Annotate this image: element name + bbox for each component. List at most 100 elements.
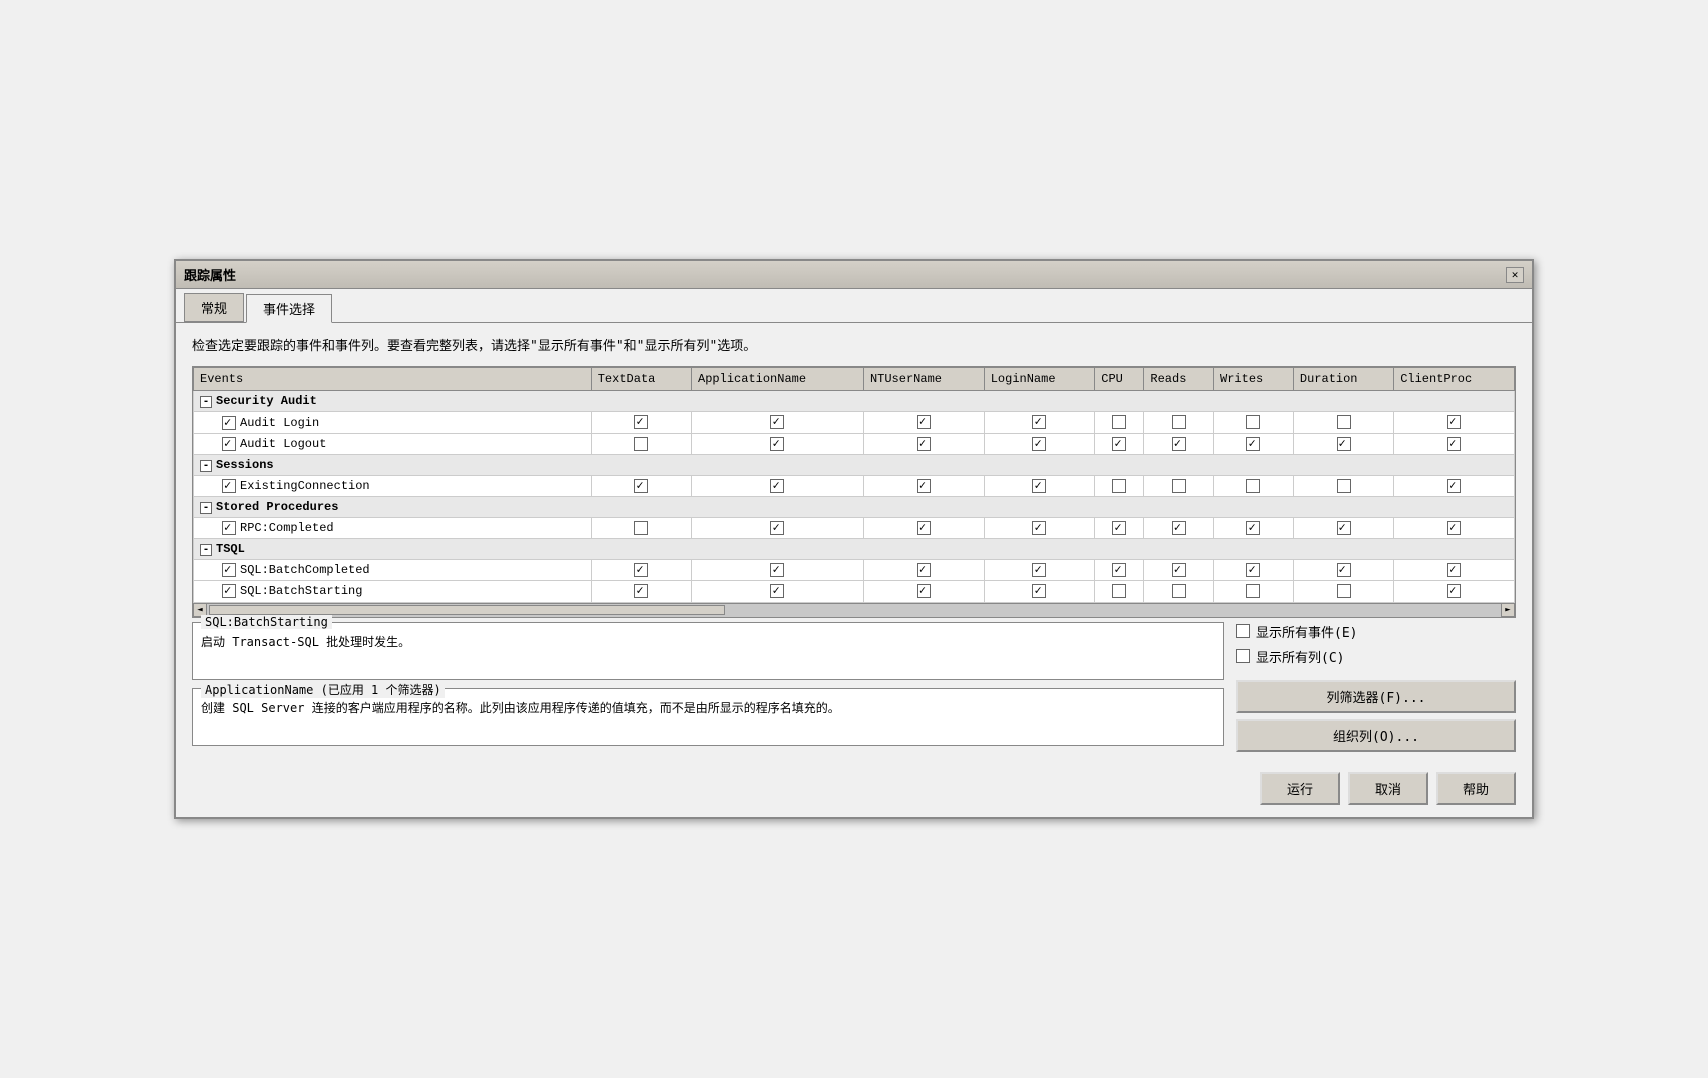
col-checkbox[interactable]: [770, 415, 784, 429]
col-cell-clientproc: [1394, 518, 1515, 539]
row-checkbox[interactable]: [222, 416, 236, 430]
show-all-columns-checkbox[interactable]: [1236, 649, 1250, 663]
tab-events[interactable]: 事件选择: [246, 294, 332, 323]
col-checkbox[interactable]: [1112, 521, 1126, 535]
col-checkbox[interactable]: [1112, 584, 1126, 598]
row-checkbox[interactable]: [222, 563, 236, 577]
col-checkbox[interactable]: [1246, 479, 1260, 493]
col-checkbox[interactable]: [1447, 563, 1461, 577]
col-checkbox[interactable]: [917, 584, 931, 598]
row-checkbox[interactable]: [222, 521, 236, 535]
col-checkbox[interactable]: [1337, 415, 1351, 429]
col-checkbox[interactable]: [634, 479, 648, 493]
col-cell-applicationname: [692, 581, 864, 602]
show-all-events-checkbox[interactable]: [1236, 624, 1250, 638]
col-checkbox[interactable]: [770, 479, 784, 493]
col-checkbox[interactable]: [770, 437, 784, 451]
tab-general[interactable]: 常规: [184, 293, 244, 322]
scroll-right-btn[interactable]: ►: [1501, 603, 1515, 617]
show-all-columns-option[interactable]: 显示所有列(C): [1236, 647, 1516, 666]
col-checkbox[interactable]: [1032, 479, 1046, 493]
horizontal-scrollbar[interactable]: ◄ ►: [193, 603, 1515, 617]
collapse-btn[interactable]: -: [200, 396, 212, 408]
group-name: Security Audit: [216, 394, 317, 408]
event-name: SQL:BatchStarting: [240, 584, 362, 598]
col-cell-ntusername: [863, 433, 984, 454]
row-checkbox[interactable]: [222, 479, 236, 493]
col-checkbox[interactable]: [634, 415, 648, 429]
col-checkbox[interactable]: [1172, 584, 1186, 598]
col-checkbox[interactable]: [1337, 521, 1351, 535]
appname-info-title: ApplicationName (已应用 1 个筛选器): [201, 681, 445, 698]
group-name: Sessions: [216, 458, 274, 472]
col-cell-textdata: [591, 581, 691, 602]
col-checkbox[interactable]: [1447, 521, 1461, 535]
col-checkbox[interactable]: [1337, 479, 1351, 493]
col-checkbox[interactable]: [1112, 479, 1126, 493]
col-checkbox[interactable]: [770, 563, 784, 577]
col-checkbox[interactable]: [1337, 437, 1351, 451]
col-checkbox[interactable]: [1447, 415, 1461, 429]
show-all-events-option[interactable]: 显示所有事件(E): [1236, 622, 1516, 641]
col-checkbox[interactable]: [634, 521, 648, 535]
column-filter-button[interactable]: 列筛选器(F)...: [1236, 680, 1516, 713]
col-checkbox[interactable]: [1172, 437, 1186, 451]
run-button[interactable]: 运行: [1260, 772, 1340, 805]
col-textdata: TextData: [591, 368, 691, 391]
col-cell-textdata: [591, 518, 691, 539]
col-checkbox[interactable]: [1032, 584, 1046, 598]
collapse-btn[interactable]: -: [200, 502, 212, 514]
col-checkbox[interactable]: [1172, 521, 1186, 535]
tab-bar: 常规 事件选择: [176, 289, 1532, 322]
col-checkbox[interactable]: [1032, 415, 1046, 429]
col-checkbox[interactable]: [1246, 584, 1260, 598]
organize-columns-button[interactable]: 组织列(O)...: [1236, 719, 1516, 752]
row-checkbox[interactable]: [222, 437, 236, 451]
col-checkbox[interactable]: [634, 584, 648, 598]
col-appname: ApplicationName: [692, 368, 864, 391]
col-cell-duration: [1293, 412, 1393, 433]
col-checkbox[interactable]: [1112, 563, 1126, 577]
collapse-btn[interactable]: -: [200, 544, 212, 556]
col-checkbox[interactable]: [1337, 563, 1351, 577]
col-checkbox[interactable]: [1032, 563, 1046, 577]
col-checkbox[interactable]: [1246, 437, 1260, 451]
col-checkbox[interactable]: [1032, 521, 1046, 535]
col-checkbox[interactable]: [1246, 521, 1260, 535]
table-scroll-area[interactable]: Events TextData ApplicationName NTUserNa…: [193, 367, 1515, 602]
help-button[interactable]: 帮助: [1436, 772, 1516, 805]
tab-content: 检查选定要跟踪的事件和事件列。要查看完整列表，请选择"显示所有事件"和"显示所有…: [176, 322, 1532, 763]
col-checkbox[interactable]: [1172, 479, 1186, 493]
col-checkbox[interactable]: [1246, 415, 1260, 429]
scroll-track[interactable]: [209, 605, 1499, 615]
close-button[interactable]: ✕: [1506, 267, 1524, 283]
col-checkbox[interactable]: [1032, 437, 1046, 451]
col-checkbox[interactable]: [1112, 437, 1126, 451]
cancel-button[interactable]: 取消: [1348, 772, 1428, 805]
row-checkbox[interactable]: [222, 584, 236, 598]
col-checkbox[interactable]: [634, 563, 648, 577]
col-checkbox[interactable]: [1112, 415, 1126, 429]
col-cell-loginname: [984, 560, 1095, 581]
col-cell-cpu: [1095, 518, 1144, 539]
col-checkbox[interactable]: [1337, 584, 1351, 598]
col-checkbox[interactable]: [917, 563, 931, 577]
collapse-btn[interactable]: -: [200, 460, 212, 472]
col-checkbox[interactable]: [770, 521, 784, 535]
col-checkbox[interactable]: [1447, 584, 1461, 598]
col-checkbox[interactable]: [1172, 563, 1186, 577]
col-checkbox[interactable]: [770, 584, 784, 598]
events-table-container: Events TextData ApplicationName NTUserNa…: [192, 366, 1516, 617]
col-checkbox[interactable]: [1246, 563, 1260, 577]
col-checkbox[interactable]: [917, 479, 931, 493]
col-checkbox[interactable]: [917, 521, 931, 535]
description-text: 检查选定要跟踪的事件和事件列。要查看完整列表，请选择"显示所有事件"和"显示所有…: [192, 335, 1516, 354]
col-checkbox[interactable]: [917, 437, 931, 451]
scroll-thumb[interactable]: [209, 605, 725, 615]
col-cell-cpu: [1095, 433, 1144, 454]
col-checkbox[interactable]: [1447, 437, 1461, 451]
col-checkbox[interactable]: [634, 437, 648, 451]
col-checkbox[interactable]: [917, 415, 931, 429]
col-checkbox[interactable]: [1172, 415, 1186, 429]
col-checkbox[interactable]: [1447, 479, 1461, 493]
